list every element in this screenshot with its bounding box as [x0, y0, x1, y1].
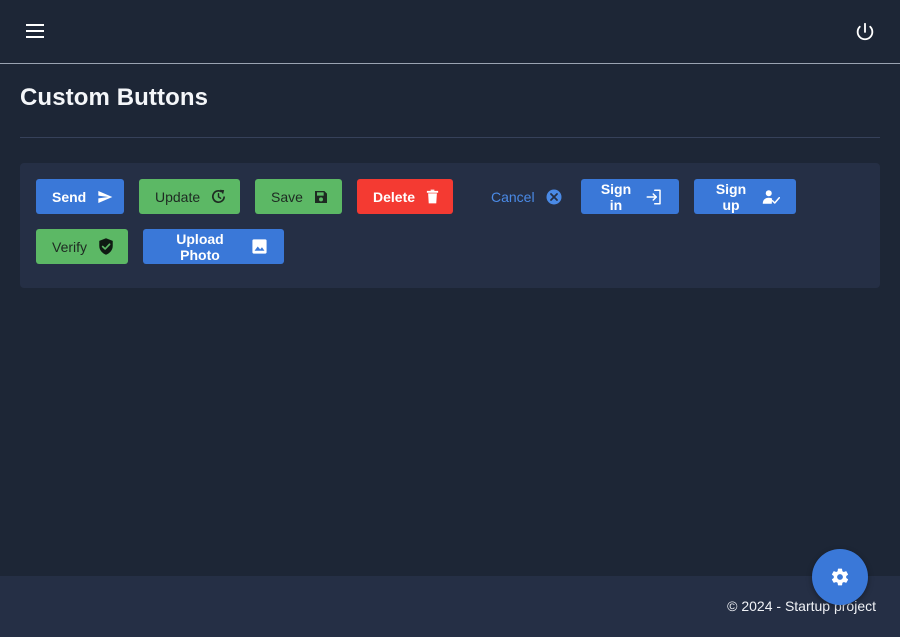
settings-fab-button[interactable] [812, 549, 868, 605]
gear-icon [831, 568, 849, 586]
power-button[interactable] [852, 19, 878, 45]
update-button-label: Update [155, 188, 201, 205]
user-check-icon [762, 188, 780, 206]
buttons-card: Send Update Save Delete Cancel Sign in S… [20, 163, 880, 288]
upload-photo-button-label: Upload Photo [176, 230, 224, 263]
delete-button-label: Delete [373, 188, 416, 205]
send-button[interactable]: Send [36, 179, 124, 214]
top-app-bar [0, 0, 900, 64]
menu-button[interactable] [22, 20, 48, 42]
cancel-button[interactable]: Cancel [468, 179, 566, 214]
update-button[interactable]: Update [139, 179, 240, 214]
delete-button[interactable]: Delete [357, 179, 453, 214]
hamburger-menu-icon [26, 24, 44, 38]
verify-button-label: Verify [52, 238, 88, 255]
sign-in-button[interactable]: Sign in [581, 179, 679, 214]
page-title: Custom Buttons [20, 84, 209, 111]
verify-button[interactable]: Verify [36, 229, 128, 264]
button-row: Send Update Save Delete Cancel Sign in S… [36, 179, 864, 214]
sign-up-button[interactable]: Sign up [694, 179, 796, 214]
refresh-icon [210, 188, 227, 205]
floppy-disk-icon [313, 189, 329, 205]
send-button-label: Send [52, 188, 87, 205]
power-icon [856, 22, 874, 41]
sign-in-button-label: Sign in [600, 180, 632, 213]
upload-photo-button[interactable]: Upload Photo [143, 229, 284, 264]
save-button[interactable]: Save [255, 179, 342, 214]
save-button-label: Save [271, 188, 303, 205]
trash-icon [425, 188, 440, 205]
login-icon [645, 188, 663, 206]
image-icon [251, 238, 268, 255]
button-row: Verify Upload Photo [36, 229, 864, 264]
shield-check-icon [97, 237, 115, 256]
title-divider [20, 137, 880, 138]
cancel-button-label: Cancel [491, 188, 535, 205]
send-icon [96, 189, 114, 205]
footer: © 2024 - Startup project [0, 576, 900, 637]
close-circle-icon [545, 188, 563, 206]
sign-up-button-label: Sign up [715, 180, 747, 213]
